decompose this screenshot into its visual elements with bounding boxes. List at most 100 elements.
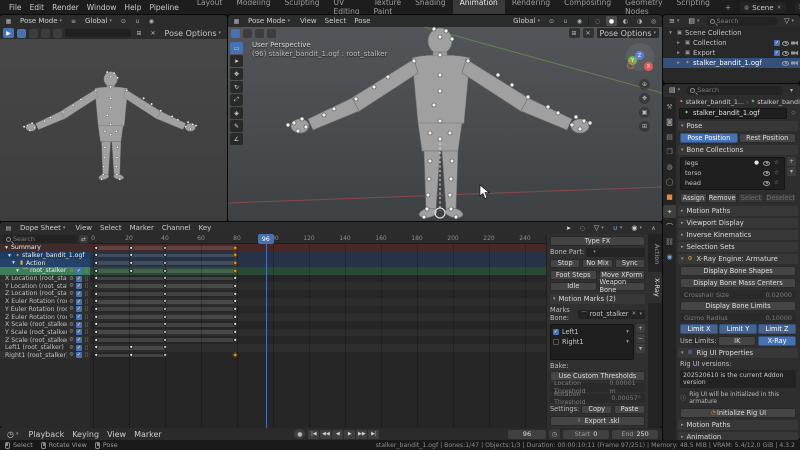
- expand-icon[interactable]: ▾: [6, 252, 13, 259]
- dopesheet-menu-channel[interactable]: Channel: [158, 224, 195, 232]
- proportional-edit-icon[interactable]: ◉: [574, 16, 585, 26]
- display-bone-mass-centers-button[interactable]: Display Bone Mass Centers: [680, 278, 796, 288]
- limit-x-button[interactable]: Limit X: [680, 324, 718, 334]
- current-frame-field[interactable]: 96: [508, 430, 546, 439]
- bone-marker[interactable]: [31, 122, 33, 124]
- active-tool-icon[interactable]: ▶: [3, 28, 14, 38]
- transport-next-keyframe-button[interactable]: ▶▶: [356, 430, 367, 439]
- dopesheet-mode-dropdown[interactable]: Dope Sheet: [17, 223, 68, 233]
- bone-marker[interactable]: [143, 97, 145, 99]
- mark-row-left1[interactable]: ✓ Left1 ▾: [553, 327, 631, 337]
- keyframe-row-y-euler-rotation-root-stalker[interactable]: [90, 306, 546, 314]
- orientation-dropdown[interactable]: Global: [510, 16, 543, 26]
- snap-magnet-icon[interactable]: ∪: [560, 16, 571, 26]
- bone-marker[interactable]: [510, 83, 514, 87]
- bone-marker[interactable]: [450, 159, 454, 163]
- properties-tab-bone[interactable]: ⌒: [663, 220, 676, 233]
- start-frame-field[interactable]: Start0: [563, 430, 609, 439]
- viewport-menu-select[interactable]: Select: [321, 17, 351, 25]
- gizmo-axis-x[interactable]: X: [644, 62, 653, 71]
- bone-marker[interactable]: [177, 119, 179, 121]
- expand-icon[interactable]: ▸: [675, 40, 682, 47]
- close-icon[interactable]: ✕: [148, 28, 159, 38]
- bone-marker[interactable]: [556, 111, 560, 115]
- copy-button[interactable]: Copy: [581, 405, 612, 415]
- channel-action[interactable]: ▾▮Action: [0, 259, 90, 267]
- bone-marker[interactable]: [160, 110, 162, 112]
- dopesheet-menu-marker[interactable]: Marker: [126, 224, 158, 232]
- bone-marker[interactable]: [438, 53, 442, 57]
- remove-button[interactable]: Remove: [708, 193, 737, 203]
- lock-icon[interactable]: ▯: [83, 306, 90, 313]
- expand-icon[interactable]: ▾: [10, 260, 17, 267]
- bone-marker[interactable]: [171, 115, 173, 117]
- shading-solid-icon[interactable]: ●: [606, 16, 617, 26]
- fx-foot-steps-button[interactable]: Foot Steps: [550, 270, 597, 280]
- use-limits-ik-button[interactable]: IK: [718, 336, 756, 346]
- datablock-name-field[interactable]: ✦ stalker_bandit_1.ogf: [679, 108, 787, 119]
- exclude-checkbox[interactable]: ✓: [774, 50, 780, 56]
- dopesheet-menu-select[interactable]: Select: [96, 224, 126, 232]
- outliner-mode-icon[interactable]: ▤: [685, 16, 702, 26]
- channel-left1-root-stalker[interactable]: Left1 (root_stalker) ⚙✓▯: [0, 344, 90, 352]
- modifier-wrench-icon[interactable]: ⚙: [68, 275, 75, 282]
- modifier-wrench-icon[interactable]: ⚙: [68, 267, 75, 274]
- properties-tab-object-data[interactable]: ✦: [663, 205, 676, 218]
- display-bone-shapes-button[interactable]: Display Bone Shapes: [680, 266, 796, 276]
- bone-marker[interactable]: [116, 173, 118, 175]
- keyframe-row-x-scale-root-stalker[interactable]: [90, 321, 546, 329]
- bone-marker[interactable]: [438, 137, 442, 141]
- snap-dropdown[interactable]: ∪: [610, 223, 626, 233]
- rest-position-button[interactable]: Rest Position: [739, 133, 797, 143]
- bone-marker[interactable]: [332, 107, 336, 111]
- playhead[interactable]: [266, 234, 268, 428]
- bone-marker[interactable]: [296, 129, 300, 133]
- bone-marker[interactable]: [574, 115, 578, 119]
- bone-marker[interactable]: [438, 35, 442, 39]
- expand-icon[interactable]: ▸: [675, 50, 682, 57]
- bone-marker[interactable]: [187, 121, 189, 123]
- bone-marker[interactable]: [110, 97, 112, 99]
- timeline-menu-playback[interactable]: Playback: [25, 430, 69, 439]
- menu-pipeline[interactable]: Pipeline: [145, 3, 182, 12]
- bone-marker[interactable]: [185, 126, 187, 128]
- lock-icon[interactable]: ▯: [83, 314, 90, 321]
- camera-view-icon[interactable]: ▣: [639, 107, 650, 118]
- properties-tab-tool[interactable]: ⚒: [663, 100, 676, 113]
- channel-enable-checkbox[interactable]: ✓: [76, 291, 82, 297]
- select-mode-box[interactable]: [29, 29, 38, 38]
- transport-play-button[interactable]: ▶: [344, 430, 355, 439]
- properties-tab-output[interactable]: ▤: [663, 130, 676, 143]
- modifier-wrench-icon[interactable]: ⚙: [68, 298, 75, 305]
- channel-z-euler-rotation-root-stalker[interactable]: Z Euler Rotation (root_stalker) ⚙✓▯: [0, 313, 90, 321]
- bone-marker[interactable]: [286, 123, 290, 127]
- panel-animation-header[interactable]: ▸Animation: [678, 432, 798, 440]
- bone-marker[interactable]: [102, 173, 104, 175]
- bone-marker[interactable]: [33, 127, 35, 129]
- bone-marker[interactable]: [116, 146, 118, 148]
- channel-enable-checkbox[interactable]: ✓: [76, 268, 82, 274]
- bone-marker[interactable]: [412, 59, 416, 63]
- channel-enable-checkbox[interactable]: ✓: [76, 314, 82, 320]
- playhead-snap-icon[interactable]: ➤: [563, 223, 574, 233]
- keyframe-row-root-stalker[interactable]: [90, 267, 546, 275]
- sidebar-tab-x-ray[interactable]: X-Ray: [648, 272, 662, 303]
- assign-button[interactable]: Assign: [680, 193, 707, 203]
- panel-selection-sets-header[interactable]: ▸Selection Sets: [678, 242, 798, 252]
- select-button[interactable]: Select: [738, 193, 765, 203]
- channel-enable-checkbox[interactable]: ✓: [76, 352, 82, 358]
- bone-marker[interactable]: [72, 104, 74, 106]
- panel-motion-marks-header[interactable]: ▾Motion Marks (2): [550, 294, 645, 304]
- pose-options-dropdown[interactable]: Pose Options: [162, 28, 224, 38]
- keyframe-row-y-scale-root-stalker[interactable]: [90, 329, 546, 337]
- disable-render-camera-icon[interactable]: [791, 51, 798, 56]
- fx-idle-button[interactable]: Idle: [550, 282, 597, 292]
- use-limits-x-ray-button[interactable]: X-Ray: [758, 336, 796, 346]
- bone-marker[interactable]: [304, 125, 308, 129]
- properties-tab-physics[interactable]: ◉: [663, 250, 676, 263]
- properties-tab-render[interactable]: ◙: [663, 115, 676, 128]
- bone-marker[interactable]: [110, 86, 112, 88]
- bone-marker[interactable]: [110, 123, 112, 125]
- remove-icon[interactable]: −: [636, 334, 645, 343]
- bone-marker[interactable]: [450, 37, 454, 41]
